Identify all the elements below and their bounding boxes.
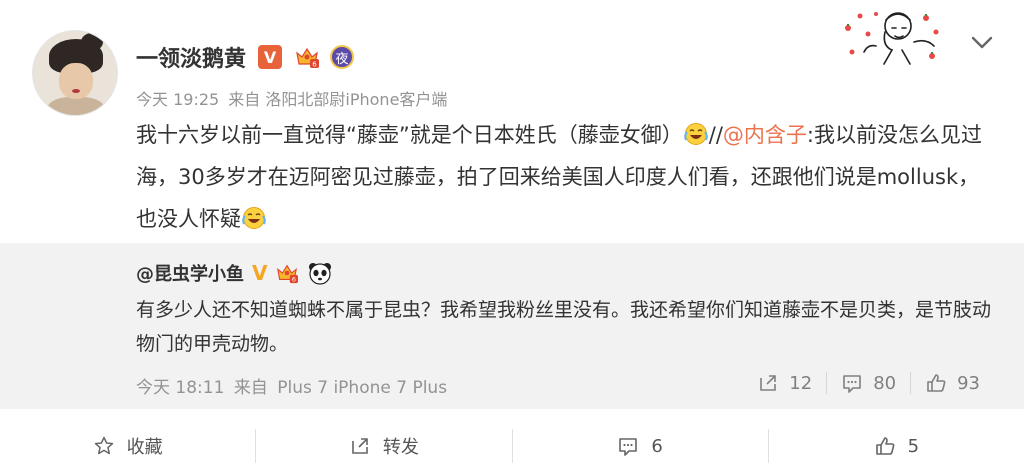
repost-button[interactable]: 转发 xyxy=(256,433,511,459)
share-icon xyxy=(760,375,777,391)
repost-comment-count: 80 xyxy=(873,372,897,394)
repost-text: 有多少人还不知道蜘蛛不属于昆虫？我希望我粉丝里没有。我还希望你们知道藤壶不是贝类… xyxy=(136,299,992,355)
panda-badge-icon[interactable] xyxy=(307,261,333,285)
repost-separator: // xyxy=(708,123,723,147)
repost-source: Plus 7 iPhone 7 Plus xyxy=(277,378,448,398)
comment-button[interactable]: 6 xyxy=(513,435,768,457)
post-time[interactable]: 今天 19:25 xyxy=(136,90,219,109)
favorite-button[interactable]: 收藏 xyxy=(0,433,255,459)
comment-icon xyxy=(619,438,638,456)
post-content: 我十六岁以前一直觉得“藤壶”就是个日本姓氏（藤壶女御） //@内含子:我以前没怎… xyxy=(136,114,986,240)
repost-author-row: @昆虫学小鱼 V 6 xyxy=(136,259,333,287)
comment-count: 6 xyxy=(651,435,663,457)
star-icon xyxy=(94,436,113,455)
comment-icon xyxy=(843,375,861,393)
thumbs-up-icon xyxy=(927,374,946,392)
cartoon-sticker-icon xyxy=(836,6,946,68)
reposted-weibo[interactable]: @昆虫学小鱼 V 6 有多少人还不知道蜘蛛不属于昆虫？我希望我粉丝里没有。我还希… xyxy=(0,243,1024,409)
author-avatar[interactable] xyxy=(32,30,118,116)
share-icon xyxy=(352,438,368,454)
svg-text:6: 6 xyxy=(312,61,317,69)
author-row: 一领淡鹅黄 V 6 夜 xyxy=(136,41,355,73)
repost-label: 转发 xyxy=(382,437,419,458)
post-meta: 今天 19:25 来自 洛阳北部尉iPhone客户端 xyxy=(136,86,447,110)
favorite-label: 收藏 xyxy=(126,437,163,458)
svg-text:6: 6 xyxy=(292,276,296,284)
action-bar: 收藏 转发 6 5 xyxy=(0,418,1024,474)
repost-share-button[interactable]: 12 xyxy=(743,372,826,394)
laughing-crying-emoji-icon xyxy=(683,118,709,145)
post-source: 洛阳北部尉iPhone客户端 xyxy=(265,90,448,109)
repost-time[interactable]: 今天 18:11 xyxy=(136,378,224,398)
repost-like-button[interactable]: 93 xyxy=(911,372,994,394)
post-source-prefix: 来自 xyxy=(228,90,261,109)
repost-like-count: 93 xyxy=(957,372,980,394)
repost-source-prefix: 来自 xyxy=(233,378,268,398)
repost-meta: 今天 18:11 来自 Plus 7 iPhone 7 Plus xyxy=(136,373,447,398)
thumbs-up-icon xyxy=(875,437,895,455)
like-button[interactable]: 5 xyxy=(769,435,1024,457)
laughing-crying-emoji-icon xyxy=(241,202,267,229)
avatar-bun xyxy=(81,33,103,51)
avatar-mouth xyxy=(72,89,80,93)
verified-badge-icon[interactable]: V xyxy=(252,261,267,285)
mention-link[interactable]: @内含子 xyxy=(723,123,807,147)
vip-crown-icon[interactable]: 6 xyxy=(294,45,320,69)
night-badge-icon[interactable]: 夜 xyxy=(330,45,355,69)
post-text-part1: 我十六岁以前一直觉得“藤壶”就是个日本姓氏（藤壶女御） xyxy=(136,123,683,147)
author-name[interactable]: 一领淡鹅黄 xyxy=(136,41,246,73)
like-count: 5 xyxy=(907,435,920,457)
avatar-face xyxy=(59,63,93,99)
chevron-down-icon[interactable] xyxy=(968,30,996,54)
verified-badge-icon[interactable]: V xyxy=(258,45,283,69)
repost-share-count: 12 xyxy=(789,372,813,394)
vip-crown-icon[interactable]: 6 xyxy=(275,262,299,284)
repost-comment-button[interactable]: 80 xyxy=(827,372,910,394)
repost-actions: 12 80 93 xyxy=(743,369,994,397)
avatar-body xyxy=(47,97,105,115)
repost-author-name[interactable]: @昆虫学小鱼 xyxy=(136,260,244,286)
